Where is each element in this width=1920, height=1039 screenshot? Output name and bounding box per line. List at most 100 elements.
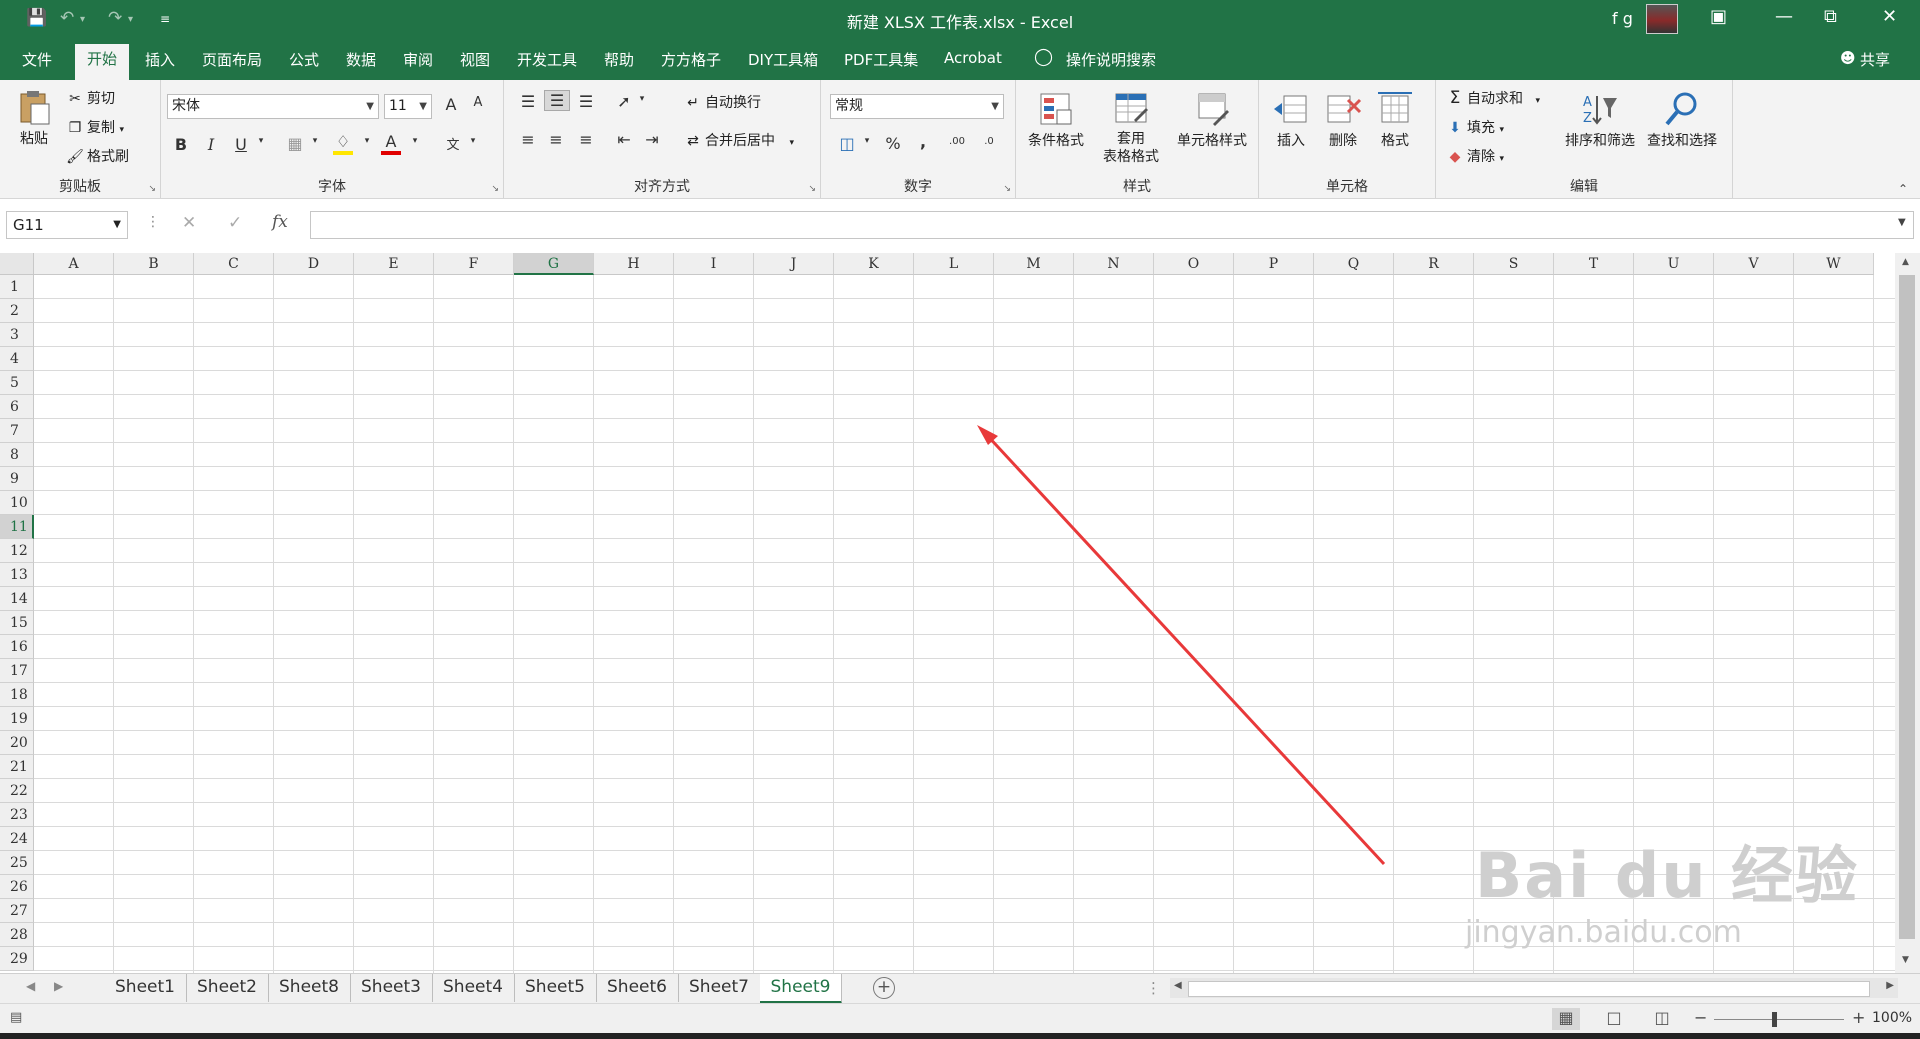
increase-decimal-button[interactable]: .00 xyxy=(945,136,969,147)
underline-dropdown-icon[interactable]: ▾ xyxy=(249,136,273,146)
sheet-tab[interactable]: Sheet9 xyxy=(760,974,842,1004)
format-as-table-button[interactable]: 套用 表格格式 xyxy=(1094,90,1168,166)
zoom-slider[interactable] xyxy=(1714,1019,1844,1020)
expand-formula-bar-icon[interactable]: ▼ xyxy=(1898,217,1906,228)
cancel-icon[interactable]: ✕ xyxy=(182,213,196,233)
align-top-icon[interactable]: ☰ xyxy=(516,92,540,111)
percent-button[interactable]: % xyxy=(881,134,905,153)
tab-ffgz[interactable]: 方方格子 xyxy=(661,49,721,70)
dialog-launcher-icon[interactable]: ↘ xyxy=(491,184,499,194)
dialog-launcher-icon[interactable]: ↘ xyxy=(808,184,816,194)
number-format-select[interactable]: 常规 ▼ xyxy=(830,94,1004,119)
name-box[interactable]: G11 ▼ xyxy=(6,211,128,239)
enter-icon[interactable]: ✓ xyxy=(228,213,242,233)
merge-dropdown-icon[interactable]: ▾ xyxy=(789,138,794,148)
scroll-right-icon[interactable]: ▶ xyxy=(1886,980,1894,991)
add-sheet-button[interactable]: + xyxy=(873,977,895,999)
align-left-icon[interactable]: ≡ xyxy=(516,130,540,149)
decrease-indent-icon[interactable]: ⇤ xyxy=(612,130,636,149)
italic-button[interactable]: I xyxy=(199,135,223,154)
wrap-text-button[interactable]: ↵ 自动换行 xyxy=(684,92,761,112)
clear-button[interactable]: ◆ 清除 ▾ xyxy=(1446,146,1504,166)
user-name[interactable]: f g xyxy=(1612,9,1633,28)
prev-sheet-icon[interactable]: ◀ xyxy=(26,979,35,993)
align-right-icon[interactable]: ≡ xyxy=(574,130,598,149)
zoom-slider-thumb[interactable] xyxy=(1772,1012,1777,1027)
copy-button[interactable]: ❐ 复制 ▾ xyxy=(66,117,124,137)
tab-developer[interactable]: 开发工具 xyxy=(517,49,577,70)
align-center-icon[interactable]: ≡ xyxy=(544,130,568,149)
tab-view[interactable]: 视图 xyxy=(460,49,490,70)
vertical-scroll-thumb[interactable] xyxy=(1899,275,1915,939)
autosum-button[interactable]: Σ 自动求和 ▾ xyxy=(1446,88,1540,108)
copy-dropdown-icon[interactable]: ▾ xyxy=(119,125,124,135)
page-break-view-icon[interactable]: ◫ xyxy=(1648,1008,1676,1030)
merge-center-button[interactable]: ⇄ 合并后居中 ▾ xyxy=(684,130,794,150)
orientation-dropdown-icon[interactable]: ▾ xyxy=(630,94,654,104)
zoom-in-button[interactable]: + xyxy=(1852,1008,1865,1027)
sheet-tab[interactable]: Sheet7 xyxy=(678,974,761,1002)
tab-data[interactable]: 数据 xyxy=(346,49,376,70)
scroll-up-icon[interactable]: ▲ xyxy=(1902,257,1909,267)
formula-input[interactable] xyxy=(310,211,1914,239)
find-select-button[interactable]: 查找和选择 xyxy=(1642,90,1722,150)
bold-button[interactable]: B xyxy=(169,135,193,154)
restore-icon[interactable]: ⧉ xyxy=(1824,6,1837,27)
collapse-ribbon-icon[interactable]: ⌃ xyxy=(1898,182,1908,196)
page-layout-view-icon[interactable]: □ xyxy=(1600,1008,1628,1030)
ribbon-display-icon[interactable]: ▣ xyxy=(1710,6,1727,27)
share-icon[interactable]: ☻ xyxy=(1840,49,1856,67)
sheet-tab[interactable]: Sheet4 xyxy=(432,974,515,1002)
lightbulb-icon[interactable]: ◯ xyxy=(1034,47,1053,67)
sheet-tab[interactable]: Sheet3 xyxy=(350,974,433,1002)
fill-button[interactable]: ⬇ 填充 ▾ xyxy=(1446,117,1504,137)
fill-color-icon[interactable]: ♢ xyxy=(333,132,353,155)
cut-button[interactable]: ✂ 剪切 xyxy=(66,88,115,108)
grow-font-button[interactable]: A xyxy=(439,95,463,114)
tab-review[interactable]: 审阅 xyxy=(403,49,433,70)
avatar[interactable] xyxy=(1646,4,1678,34)
font-size-select[interactable]: 11 ▼ xyxy=(384,94,432,119)
clear-dropdown-icon[interactable]: ▾ xyxy=(1499,154,1504,164)
font-name-select[interactable]: 宋体 ▼ xyxy=(167,94,379,119)
next-sheet-icon[interactable]: ▶ xyxy=(54,979,63,993)
accounting-dropdown-icon[interactable]: ▾ xyxy=(855,136,879,146)
insert-function-button[interactable]: fx xyxy=(272,212,288,232)
decrease-decimal-button[interactable]: .0 xyxy=(977,136,1001,147)
sheet-tab[interactable]: Sheet1 xyxy=(104,974,187,1002)
horizontal-scrollbar[interactable]: ◀ ▶ xyxy=(1170,978,1898,998)
phonetic-dropdown-icon[interactable]: ▾ xyxy=(461,136,485,146)
format-cells-button[interactable]: 格式 xyxy=(1375,90,1415,150)
tab-diy-toolbox[interactable]: DIY工具箱 xyxy=(748,49,818,70)
font-color-icon[interactable]: A xyxy=(381,132,401,155)
sheet-tab[interactable]: Sheet5 xyxy=(514,974,597,1002)
scroll-left-icon[interactable]: ◀ xyxy=(1174,980,1182,991)
share-button[interactable]: 共享 xyxy=(1860,49,1890,70)
tab-pdf-tools[interactable]: PDF工具集 xyxy=(844,49,918,70)
sheet-tab[interactable]: Sheet2 xyxy=(186,974,269,1002)
autosum-dropdown-icon[interactable]: ▾ xyxy=(1535,96,1540,106)
font-color-dropdown-icon[interactable]: ▾ xyxy=(403,136,427,146)
increase-indent-icon[interactable]: ⇥ xyxy=(640,130,664,149)
scroll-down-icon[interactable]: ▼ xyxy=(1902,955,1909,965)
close-icon[interactable]: ✕ xyxy=(1882,6,1897,27)
vertical-scrollbar[interactable]: ▲ ▼ xyxy=(1895,253,1920,973)
dialog-launcher-icon[interactable]: ↘ xyxy=(148,184,156,194)
tab-acrobat[interactable]: Acrobat xyxy=(944,49,1002,67)
zoom-level[interactable]: 100% xyxy=(1872,1010,1912,1026)
tab-insert[interactable]: 插入 xyxy=(145,49,175,70)
minimize-icon[interactable]: — xyxy=(1775,6,1793,27)
fill-dropdown-icon[interactable]: ▾ xyxy=(1499,125,1504,135)
fill-color-dropdown-icon[interactable]: ▾ xyxy=(355,136,379,146)
align-middle-icon[interactable]: ☰ xyxy=(544,90,570,111)
tab-home[interactable]: 开始 xyxy=(75,44,130,80)
comma-button[interactable]: , xyxy=(911,132,935,151)
align-bottom-icon[interactable]: ☰ xyxy=(574,92,598,111)
tab-file[interactable]: 文件 xyxy=(22,49,52,70)
shrink-font-button[interactable]: A xyxy=(466,95,490,110)
sheet-tab[interactable]: Sheet8 xyxy=(268,974,351,1002)
horizontal-scroll-thumb[interactable] xyxy=(1188,981,1870,997)
insert-cells-button[interactable]: 插入 xyxy=(1271,90,1311,150)
borders-dropdown-icon[interactable]: ▾ xyxy=(303,136,327,146)
tab-help[interactable]: 帮助 xyxy=(604,49,634,70)
